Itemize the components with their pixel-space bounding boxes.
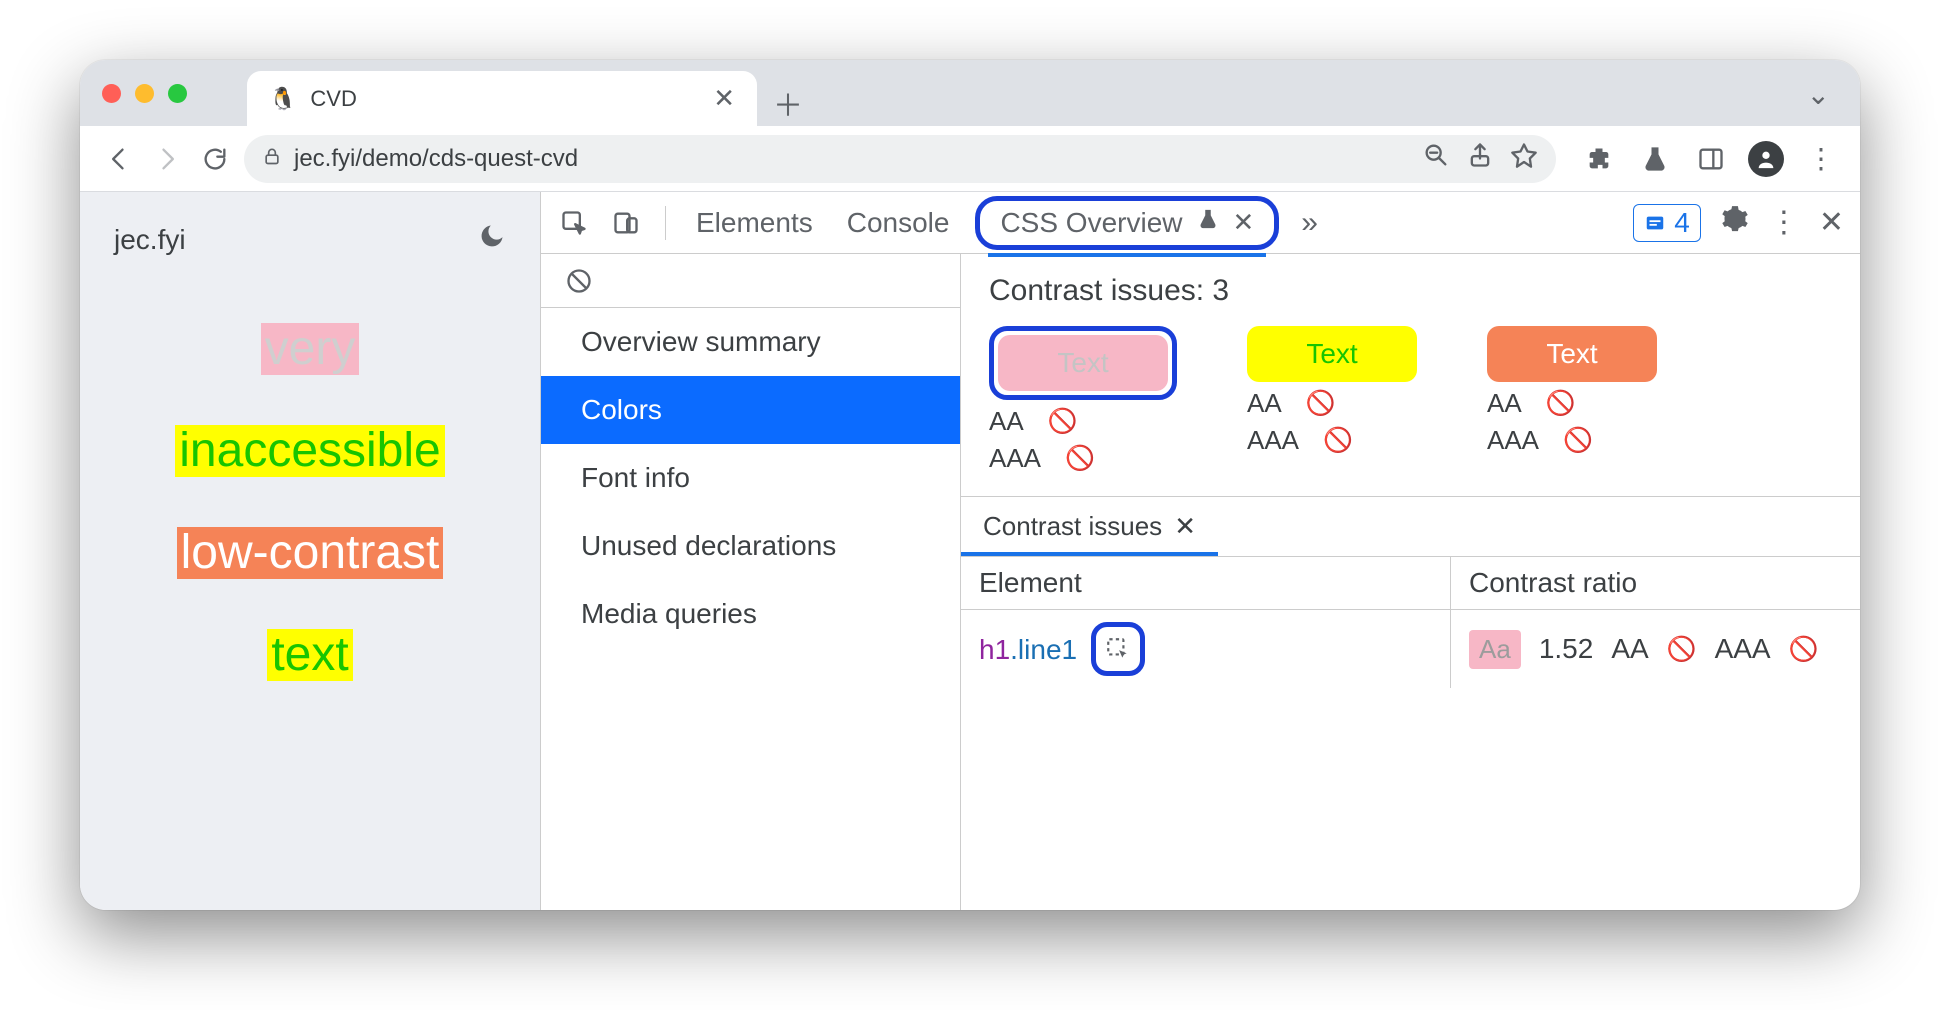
device-toolbar-icon[interactable] — [609, 206, 643, 240]
contrast-chip: Aa — [1469, 630, 1521, 669]
omnibox-actions — [1422, 141, 1538, 176]
devtools-tabbar: Elements Console CSS Overview ✕ » 4 — [541, 192, 1860, 254]
tab-title: CVD — [310, 86, 699, 112]
demo-word-1: very — [261, 323, 360, 375]
issues-badge[interactable]: 4 — [1633, 204, 1701, 242]
content-row: jec.fyi very inaccessible low-contrast t… — [80, 192, 1860, 910]
css-overview-main: Contrast issues: 3 Text AA🚫 AAA🚫 Text AA… — [961, 254, 1860, 910]
browser-toolbar: jec.fyi/demo/cds-quest-cvd ⋮ — [80, 126, 1860, 192]
sidebar-item-media-queries[interactable]: Media queries — [541, 580, 960, 648]
tab-elements[interactable]: Elements — [688, 207, 821, 239]
side-panel-icon[interactable] — [1692, 140, 1730, 178]
tab-css-overview[interactable]: CSS Overview ✕ — [975, 196, 1279, 250]
fail-icon: 🚫 — [1323, 426, 1353, 455]
labs-icon[interactable] — [1636, 140, 1674, 178]
zoom-icon[interactable] — [1422, 141, 1450, 176]
minimize-window-dot[interactable] — [135, 84, 154, 103]
tab-css-overview-label: CSS Overview — [1000, 207, 1182, 239]
fail-icon: 🚫 — [1563, 426, 1593, 455]
contrast-swatch-1[interactable]: Text AA🚫 AAA🚫 — [989, 326, 1177, 474]
fail-icon: 🚫 — [1546, 389, 1576, 418]
favicon-icon: 🐧 — [269, 86, 296, 112]
element-selector: h1.line1 — [979, 633, 1077, 666]
demo-word-2: inaccessible — [175, 425, 444, 477]
tab-strip: 🐧 CVD ✕ ＋ ⌄ — [80, 60, 1860, 126]
demo-word-3: low-contrast — [177, 527, 444, 579]
inspect-element-icon[interactable] — [557, 206, 591, 240]
window-controls — [102, 60, 187, 126]
profile-avatar[interactable] — [1748, 141, 1784, 177]
address-bar[interactable]: jec.fyi/demo/cds-quest-cvd — [244, 135, 1556, 183]
close-window-dot[interactable] — [102, 84, 121, 103]
lock-icon — [262, 146, 282, 172]
demo-words: very inaccessible low-contrast text — [114, 323, 506, 681]
contrast-swatch-3[interactable]: Text AA🚫 AAA🚫 — [1487, 326, 1657, 474]
css-overview-sidebar: Overview summary Colors Font info Unused… — [541, 254, 961, 910]
devtools-body: Overview summary Colors Font info Unused… — [541, 254, 1860, 910]
fail-icon: 🚫 — [1667, 635, 1697, 664]
settings-gear-icon[interactable] — [1721, 205, 1749, 241]
fail-icon: 🚫 — [1306, 389, 1336, 418]
forward-button[interactable] — [148, 140, 186, 178]
contrast-ratio-value: 1.52 — [1539, 633, 1594, 665]
contrast-issues-panel: Contrast issues ✕ Element Contrast ratio… — [961, 496, 1860, 688]
dark-mode-toggle-icon[interactable] — [478, 222, 506, 257]
swatch-1-label: Text — [998, 335, 1168, 391]
share-icon[interactable] — [1466, 141, 1494, 176]
contrast-swatch-row: Text AA🚫 AAA🚫 Text AA🚫 AAA🚫 Text — [989, 326, 1832, 474]
contrast-issues-tab[interactable]: Contrast issues ✕ — [961, 497, 1218, 556]
url-text: jec.fyi/demo/cds-quest-cvd — [294, 145, 578, 173]
col-contrast-ratio: Contrast ratio — [1451, 557, 1860, 609]
col-element: Element — [961, 557, 1451, 609]
fail-icon: 🚫 — [1065, 444, 1095, 473]
browser-window: 🐧 CVD ✕ ＋ ⌄ jec.fyi/demo/cds-quest-cvd — [80, 60, 1860, 910]
sidebar-item-unused-declarations[interactable]: Unused declarations — [541, 512, 960, 580]
site-name: jec.fyi — [114, 224, 186, 256]
tab-console[interactable]: Console — [839, 207, 958, 239]
devtools-menu-icon[interactable]: ⋮ — [1769, 205, 1799, 240]
close-tab-css-overview-icon[interactable]: ✕ — [1233, 207, 1255, 238]
swatch-3-label: Text — [1487, 326, 1657, 382]
reveal-in-elements-icon[interactable] — [1091, 622, 1145, 676]
browser-tab[interactable]: 🐧 CVD ✕ — [247, 71, 757, 126]
demo-word-4: text — [267, 629, 352, 681]
issues-count: 4 — [1674, 207, 1690, 239]
fail-icon: 🚫 — [1048, 407, 1078, 436]
divider — [665, 206, 666, 240]
tabs-overflow-icon[interactable]: ⌄ — [1807, 78, 1830, 111]
bookmark-star-icon[interactable] — [1510, 141, 1538, 176]
contrast-title: Contrast issues: 3 — [989, 274, 1832, 308]
swatch-2-label: Text — [1247, 326, 1417, 382]
browser-menu-icon[interactable]: ⋮ — [1802, 140, 1840, 178]
close-issues-tab-icon[interactable]: ✕ — [1174, 511, 1196, 542]
issues-table-header: Element Contrast ratio — [961, 556, 1860, 610]
close-tab-icon[interactable]: ✕ — [713, 83, 735, 114]
contrast-section: Contrast issues: 3 Text AA🚫 AAA🚫 Text AA… — [961, 254, 1860, 486]
back-button[interactable] — [100, 140, 138, 178]
flask-icon — [1197, 208, 1219, 237]
table-row[interactable]: h1.line1 Aa 1.52 AA 🚫 AAA — [961, 610, 1860, 688]
clear-overview-icon[interactable] — [541, 254, 960, 308]
close-devtools-icon[interactable]: ✕ — [1819, 205, 1844, 240]
extensions-icon[interactable] — [1580, 140, 1618, 178]
devtools-panel: Elements Console CSS Overview ✕ » 4 — [540, 192, 1860, 910]
aa-label: AA — [1611, 633, 1648, 665]
new-tab-button[interactable]: ＋ — [765, 80, 811, 126]
sidebar-item-colors[interactable]: Colors — [541, 376, 960, 444]
contrast-swatch-2[interactable]: Text AA🚫 AAA🚫 — [1247, 326, 1417, 474]
aaa-label: AAA — [1715, 633, 1771, 665]
fail-icon: 🚫 — [1789, 635, 1819, 664]
page-pane: jec.fyi very inaccessible low-contrast t… — [80, 192, 540, 910]
maximize-window-dot[interactable] — [168, 84, 187, 103]
reload-button[interactable] — [196, 140, 234, 178]
sidebar-item-font-info[interactable]: Font info — [541, 444, 960, 512]
more-tabs-icon[interactable]: » — [1301, 206, 1318, 240]
sidebar-item-overview-summary[interactable]: Overview summary — [541, 308, 960, 376]
